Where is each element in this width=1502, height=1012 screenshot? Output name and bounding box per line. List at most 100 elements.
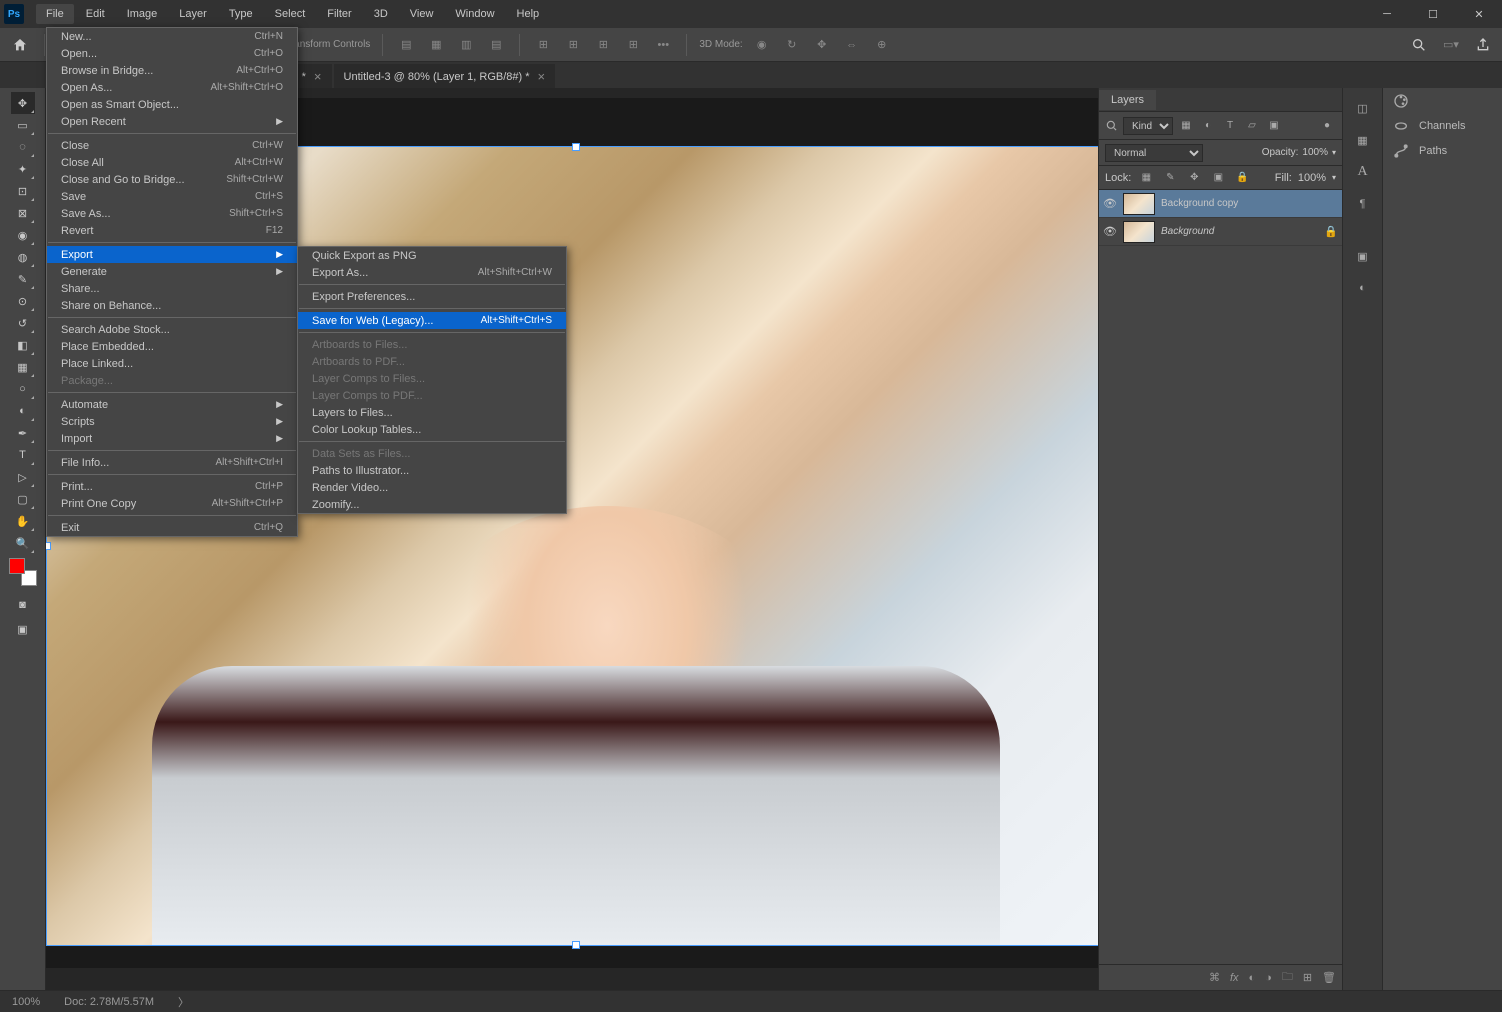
menu-item-browse-in-bridge[interactable]: Browse in Bridge...Alt+Ctrl+O: [47, 62, 297, 79]
layer-name[interactable]: Background: [1161, 226, 1318, 237]
menu-image[interactable]: Image: [117, 4, 168, 24]
menu-item-paths-to-illustrator[interactable]: Paths to Illustrator...: [298, 462, 566, 479]
menu-item-exit[interactable]: ExitCtrl+Q: [47, 519, 297, 536]
doc-size[interactable]: Doc: 2.78M/5.57M: [64, 996, 154, 1008]
menu-item-print[interactable]: Print...Ctrl+P: [47, 478, 297, 495]
menu-file[interactable]: File: [36, 4, 74, 24]
search-icon[interactable]: [1408, 34, 1430, 56]
align-right-icon[interactable]: ▥: [455, 34, 477, 56]
adjustments-icon[interactable]: ▦: [1351, 128, 1375, 152]
blur-tool[interactable]: ○: [11, 378, 35, 400]
3d-zoom-icon[interactable]: ⊕: [871, 34, 893, 56]
fill-value[interactable]: 100%: [1298, 172, 1326, 184]
layer-name[interactable]: Background copy: [1161, 198, 1338, 209]
lock-position-icon[interactable]: ✥: [1185, 169, 1203, 187]
frame-tool[interactable]: ⊠: [11, 202, 35, 224]
path-select-tool[interactable]: ▷: [11, 466, 35, 488]
menu-item-import[interactable]: Import▶: [47, 430, 297, 447]
fill-dropdown-icon[interactable]: ▾: [1332, 173, 1336, 182]
menu-edit[interactable]: Edit: [76, 4, 115, 24]
menu-item-save-as[interactable]: Save As...Shift+Ctrl+S: [47, 205, 297, 222]
pen-tool[interactable]: ✒: [11, 422, 35, 444]
menu-item-zoomify[interactable]: Zoomify...: [298, 496, 566, 513]
distribute-bottom-icon[interactable]: ⊞: [592, 34, 614, 56]
filter-type-icon[interactable]: T: [1221, 117, 1239, 135]
menu-item-automate[interactable]: Automate▶: [47, 396, 297, 413]
menu-item-close-all[interactable]: Close AllAlt+Ctrl+W: [47, 154, 297, 171]
opacity-value[interactable]: 100%: [1302, 147, 1328, 158]
zoom-tool[interactable]: 🔍: [11, 532, 35, 554]
lock-artboard-icon[interactable]: ▣: [1209, 169, 1227, 187]
menu-item-layers-to-files[interactable]: Layers to Files...: [298, 404, 566, 421]
link-layers-icon[interactable]: ⌘: [1209, 971, 1220, 984]
distribute-center-v-icon[interactable]: ⊞: [562, 34, 584, 56]
eyedropper-tool[interactable]: ◉: [11, 224, 35, 246]
healing-tool[interactable]: ◍: [11, 246, 35, 268]
filter-adjustment-icon[interactable]: ◐: [1199, 117, 1217, 135]
history-brush-tool[interactable]: ↺: [11, 312, 35, 334]
filter-smart-icon[interactable]: ▣: [1265, 117, 1283, 135]
paths-panel-tab[interactable]: Paths: [1383, 138, 1502, 163]
visibility-icon[interactable]: 👁: [1103, 225, 1117, 238]
menu-item-print-one-copy[interactable]: Print One CopyAlt+Shift+Ctrl+P: [47, 495, 297, 512]
crop-tool[interactable]: ⊡: [11, 180, 35, 202]
new-layer-icon[interactable]: ⊞: [1303, 971, 1312, 984]
menu-item-scripts[interactable]: Scripts▶: [47, 413, 297, 430]
filter-toggle-icon[interactable]: ●: [1318, 117, 1336, 135]
lock-all-icon[interactable]: 🔒: [1233, 169, 1251, 187]
more-icon[interactable]: •••: [652, 34, 674, 56]
type-tool[interactable]: T: [11, 444, 35, 466]
character-icon[interactable]: A: [1351, 160, 1375, 184]
menu-select[interactable]: Select: [265, 4, 316, 24]
menu-help[interactable]: Help: [507, 4, 550, 24]
menu-item-save-for-web-legacy[interactable]: Save for Web (Legacy)...Alt+Shift+Ctrl+S: [298, 312, 566, 329]
paragraph-icon[interactable]: ¶: [1351, 192, 1375, 216]
opacity-dropdown-icon[interactable]: ▾: [1332, 148, 1336, 157]
menu-item-new[interactable]: New...Ctrl+N: [47, 28, 297, 45]
layer-group-icon[interactable]: 🗀: [1282, 968, 1293, 987]
menu-item-quick-export-as-png[interactable]: Quick Export as PNG: [298, 247, 566, 264]
menu-item-revert[interactable]: RevertF12: [47, 222, 297, 239]
layer-thumbnail[interactable]: [1123, 193, 1155, 215]
lock-brush-icon[interactable]: ✎: [1161, 169, 1179, 187]
menu-item-open-as-smart-object[interactable]: Open as Smart Object...: [47, 96, 297, 113]
filter-pixel-icon[interactable]: ▦: [1177, 117, 1195, 135]
menu-item-place-embedded[interactable]: Place Embedded...: [47, 338, 297, 355]
visibility-icon[interactable]: 👁: [1103, 197, 1117, 210]
color-swatches[interactable]: [9, 558, 37, 586]
channels-panel-tab[interactable]: Channels: [1383, 113, 1502, 138]
menu-item-share[interactable]: Share...: [47, 280, 297, 297]
hand-tool[interactable]: ✋: [11, 510, 35, 532]
close-button[interactable]: ✕: [1456, 0, 1502, 28]
align-top-icon[interactable]: ▤: [485, 34, 507, 56]
3d-slide-icon[interactable]: ⇔: [841, 34, 863, 56]
lock-transparent-icon[interactable]: ▦: [1137, 169, 1155, 187]
menu-item-export-as[interactable]: Export As...Alt+Shift+Ctrl+W: [298, 264, 566, 281]
quick-mask-icon[interactable]: ◙: [11, 594, 35, 616]
menu-3d[interactable]: 3D: [364, 4, 398, 24]
status-arrow-icon[interactable]: 〉: [178, 994, 189, 1010]
menu-type[interactable]: Type: [219, 4, 263, 24]
3d-pan-icon[interactable]: ✥: [811, 34, 833, 56]
menu-item-place-linked[interactable]: Place Linked...: [47, 355, 297, 372]
distribute-spacing-icon[interactable]: ⊞: [622, 34, 644, 56]
layer-mask-icon[interactable]: ◐: [1249, 972, 1256, 984]
rectangle-tool[interactable]: ▢: [11, 488, 35, 510]
adjustment-layer-icon[interactable]: ◑: [1265, 972, 1272, 984]
menu-item-export[interactable]: Export▶: [47, 246, 297, 263]
align-center-h-icon[interactable]: ▦: [425, 34, 447, 56]
3d-orbit-icon[interactable]: ◉: [751, 34, 773, 56]
layer-row[interactable]: 👁 Background copy: [1099, 190, 1342, 218]
layers-tab[interactable]: Layers: [1099, 90, 1156, 110]
delete-layer-icon[interactable]: 🗑: [1322, 971, 1336, 984]
menu-view[interactable]: View: [400, 4, 444, 24]
foreground-color-swatch[interactable]: [9, 558, 25, 574]
menu-item-save[interactable]: SaveCtrl+S: [47, 188, 297, 205]
menu-item-share-on-behance[interactable]: Share on Behance...: [47, 297, 297, 314]
screen-mode-icon[interactable]: ▣: [11, 618, 35, 640]
workspace-icon[interactable]: ▭▾: [1440, 34, 1462, 56]
tab-close-icon[interactable]: ×: [538, 69, 546, 84]
align-left-icon[interactable]: ▤: [395, 34, 417, 56]
zoom-level[interactable]: 100%: [12, 996, 40, 1008]
eraser-tool[interactable]: ◧: [11, 334, 35, 356]
